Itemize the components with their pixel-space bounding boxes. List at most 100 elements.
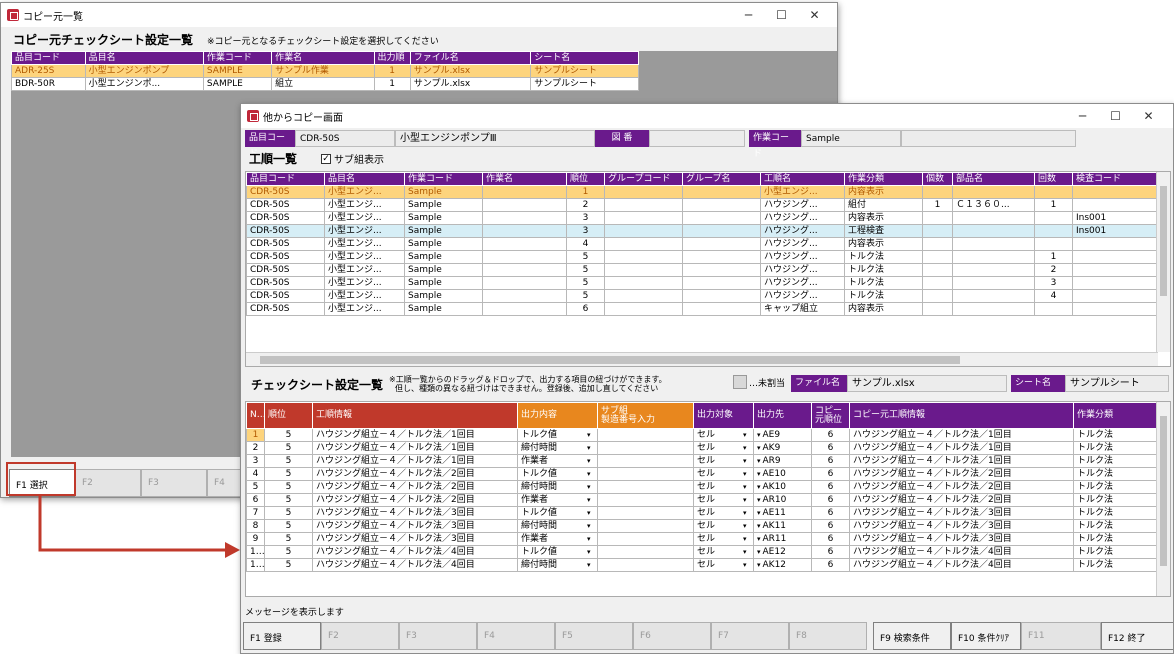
table-cell[interactable]: セル ▾	[693, 428, 754, 442]
minimize-icon[interactable]: ─	[732, 8, 765, 22]
table-cell[interactable]: トルク値 ▾	[517, 428, 598, 442]
column-header[interactable]: 出力先	[753, 402, 812, 429]
column-header[interactable]: 品目名	[324, 172, 405, 186]
column-header[interactable]: 品目コード	[11, 51, 86, 65]
table-row[interactable]: 11 5 ハウジング組立－４／トルク法／4回目 締付時間 ▾ セル ▾ ▾ AK12 6 ハウジング…	[246, 558, 1159, 572]
dropdown-arrow-icon[interactable]: ▾	[743, 547, 750, 558]
function-key[interactable]: F9 検索条件	[873, 622, 951, 650]
file-name-field[interactable]: サンプル.xlsx	[847, 375, 1007, 392]
table-cell[interactable]: トルク値 ▾	[517, 545, 598, 559]
work-name-field[interactable]	[901, 130, 1076, 147]
dropdown-arrow-icon[interactable]: ▾	[757, 509, 761, 517]
table-row[interactable]: 9 5 ハウジング組立－４／トルク法／3回目 作業者 ▾ セル ▾ ▾ AR11 6 ハウジング組立…	[246, 532, 1159, 546]
column-header[interactable]: サブ組 製造番号入力	[597, 402, 694, 429]
table-cell[interactable]: セル ▾	[693, 519, 754, 533]
column-header[interactable]: 順位	[566, 172, 605, 186]
dropdown-arrow-icon[interactable]: ▾	[757, 548, 761, 556]
table-row[interactable]: 10 5 ハウジング組立－４／トルク法／4回目 トルク値 ▾ セル ▾ ▾ AE12 6 ハウジング…	[246, 545, 1159, 559]
table-cell[interactable]: 締付時間 ▾	[517, 558, 598, 572]
column-header[interactable]: ファイル名	[409, 51, 532, 65]
column-header[interactable]: 回数	[1034, 172, 1073, 186]
dropdown-arrow-icon[interactable]: ▾	[757, 496, 761, 504]
table-row[interactable]: CDR-50S 小型エンジ... Sample 6 キャップ組立 内容表示	[246, 302, 1159, 316]
dropdown-arrow-icon[interactable]: ▾	[587, 443, 594, 454]
drawing-field[interactable]	[649, 130, 745, 147]
table-cell[interactable]: トルク値 ▾	[517, 467, 598, 481]
table-row[interactable]: CDR-50S 小型エンジ... Sample 5 ハウジング... トルク法 3	[246, 276, 1159, 290]
dropdown-arrow-icon[interactable]: ▾	[587, 521, 594, 532]
column-header[interactable]: 作業コード	[202, 51, 273, 65]
dropdown-arrow-icon[interactable]: ▾	[743, 456, 750, 467]
process-vscroll[interactable]	[1156, 172, 1170, 352]
column-header[interactable]: 工順情報	[312, 402, 518, 429]
column-header[interactable]: 工順名	[760, 172, 845, 186]
dropdown-arrow-icon[interactable]: ▾	[587, 495, 594, 506]
column-header[interactable]: グループ名	[682, 172, 761, 186]
column-header[interactable]: シート名	[530, 51, 639, 65]
table-cell[interactable]: 締付時間 ▾	[517, 480, 598, 494]
table-cell[interactable]: セル ▾	[693, 545, 754, 559]
function-key[interactable]: F2	[321, 622, 399, 650]
column-header[interactable]: No	[246, 402, 265, 429]
table-cell[interactable]: 作業者 ▾	[517, 532, 598, 546]
column-header[interactable]: コピー 元順位	[811, 402, 850, 429]
check-table-area[interactable]: No 順位 工順情報 出力内容 サブ組 製造番号入力 出力対象 出力先 コピー 元順位 コピー元…	[245, 401, 1171, 597]
dropdown-arrow-icon[interactable]: ▾	[743, 482, 750, 493]
minimize-icon[interactable]: ─	[1066, 109, 1099, 123]
table-row[interactable]: CDR-50S 小型エンジ... Sample 3 ハウジング... 内容表示 Ins001	[246, 211, 1159, 225]
table-row[interactable]: CDR-50S 小型エンジ... Sample 2 ハウジング... 組付 1 Ｃ１３６０..…	[246, 198, 1159, 212]
process-hscroll[interactable]	[246, 352, 1158, 366]
table-cell[interactable]: セル ▾	[693, 532, 754, 546]
dropdown-arrow-icon[interactable]: ▾	[757, 561, 761, 569]
sub-checkbox[interactable]: ✓	[321, 153, 332, 164]
dropdown-arrow-icon[interactable]: ▾	[757, 470, 761, 478]
function-key[interactable]: F11	[1021, 622, 1101, 650]
function-key[interactable]: F3	[141, 469, 207, 497]
dropdown-arrow-icon[interactable]: ▾	[743, 521, 750, 532]
table-row[interactable]: BDR-50R 小型エンジンポ... SAMPLE 組立 1 サンプル.xlsx サンプルシ…	[11, 77, 639, 91]
column-header[interactable]: 作業コード	[404, 172, 483, 186]
maximize-icon[interactable]: ☐	[1099, 109, 1132, 123]
maximize-icon[interactable]: ☐	[765, 8, 798, 22]
function-key[interactable]: F12 終了	[1101, 622, 1173, 650]
table-cell[interactable]: 作業者 ▾	[517, 493, 598, 507]
table-row[interactable]: CDR-50S 小型エンジ... Sample 5 ハウジング... トルク法 2	[246, 263, 1159, 277]
column-header[interactable]: 作業分類	[1073, 402, 1159, 429]
column-header[interactable]: 品目名	[84, 51, 204, 65]
table-row[interactable]: 5 5 ハウジング組立－４／トルク法／2回目 締付時間 ▾ セル ▾ ▾ AK10 6 ハウジング組…	[246, 480, 1159, 494]
table-row[interactable]: 7 5 ハウジング組立－４／トルク法／3回目 トルク値 ▾ セル ▾ ▾ AE11 6 ハウジング組…	[246, 506, 1159, 520]
table-cell[interactable]: トルク値 ▾	[517, 506, 598, 520]
column-header[interactable]: 検査コード	[1072, 172, 1159, 186]
close-icon[interactable]: ✕	[798, 8, 831, 22]
table-row[interactable]: CDR-50S 小型エンジ... Sample 1 小型エンジ... 内容表示	[246, 185, 1159, 199]
title-bar[interactable]: 他からコピー画面 ─ ☐ ✕	[241, 104, 1173, 128]
table-cell[interactable]: セル ▾	[693, 441, 754, 455]
column-header[interactable]: 作業分類	[844, 172, 923, 186]
column-header[interactable]: 作業名	[482, 172, 567, 186]
work-code-field[interactable]: Sample	[801, 130, 901, 147]
dropdown-arrow-icon[interactable]: ▾	[757, 457, 761, 465]
table-row[interactable]: CDR-50S 小型エンジ... Sample 5 ハウジング... トルク法 1	[246, 250, 1159, 264]
dropdown-arrow-icon[interactable]: ▾	[743, 560, 750, 571]
column-header[interactable]: 出力対象	[693, 402, 754, 429]
table-row[interactable]: 6 5 ハウジング組立－４／トルク法／2回目 作業者 ▾ セル ▾ ▾ AR10 6 ハウジング組立…	[246, 493, 1159, 507]
function-key[interactable]: F6	[633, 622, 711, 650]
function-key[interactable]: F7	[711, 622, 789, 650]
dropdown-arrow-icon[interactable]: ▾	[743, 469, 750, 480]
column-header[interactable]: 出力順	[373, 51, 411, 65]
function-key[interactable]: F8	[789, 622, 867, 650]
table-cell[interactable]: セル ▾	[693, 454, 754, 468]
table-row[interactable]: CDR-50S 小型エンジ... Sample 4 ハウジング... 内容表示	[246, 237, 1159, 251]
table-row[interactable]: 4 5 ハウジング組立－４／トルク法／2回目 トルク値 ▾ セル ▾ ▾ AE10 6 ハウジング組…	[246, 467, 1159, 481]
dropdown-arrow-icon[interactable]: ▾	[587, 456, 594, 467]
dropdown-arrow-icon[interactable]: ▾	[743, 443, 750, 454]
table-row[interactable]: 1 5 ハウジング組立－４／トルク法／1回目 トルク値 ▾ セル ▾ ▾ AE9 6 ハウジング組立…	[246, 428, 1159, 442]
table-cell[interactable]: 作業者 ▾	[517, 454, 598, 468]
close-icon[interactable]: ✕	[1132, 109, 1165, 123]
function-key[interactable]: F10 条件ｸﾘｱ	[951, 622, 1021, 650]
dropdown-arrow-icon[interactable]: ▾	[743, 430, 750, 441]
table-row[interactable]: 2 5 ハウジング組立－４／トルク法／1回目 締付時間 ▾ セル ▾ ▾ AK9 6 ハウジング組立…	[246, 441, 1159, 455]
column-header[interactable]: 部品名	[952, 172, 1035, 186]
table-row[interactable]: 3 5 ハウジング組立－４／トルク法／1回目 作業者 ▾ セル ▾ ▾ AR9 6 ハウジング組立－…	[246, 454, 1159, 468]
column-header[interactable]: コピー元工順情報	[849, 402, 1074, 429]
